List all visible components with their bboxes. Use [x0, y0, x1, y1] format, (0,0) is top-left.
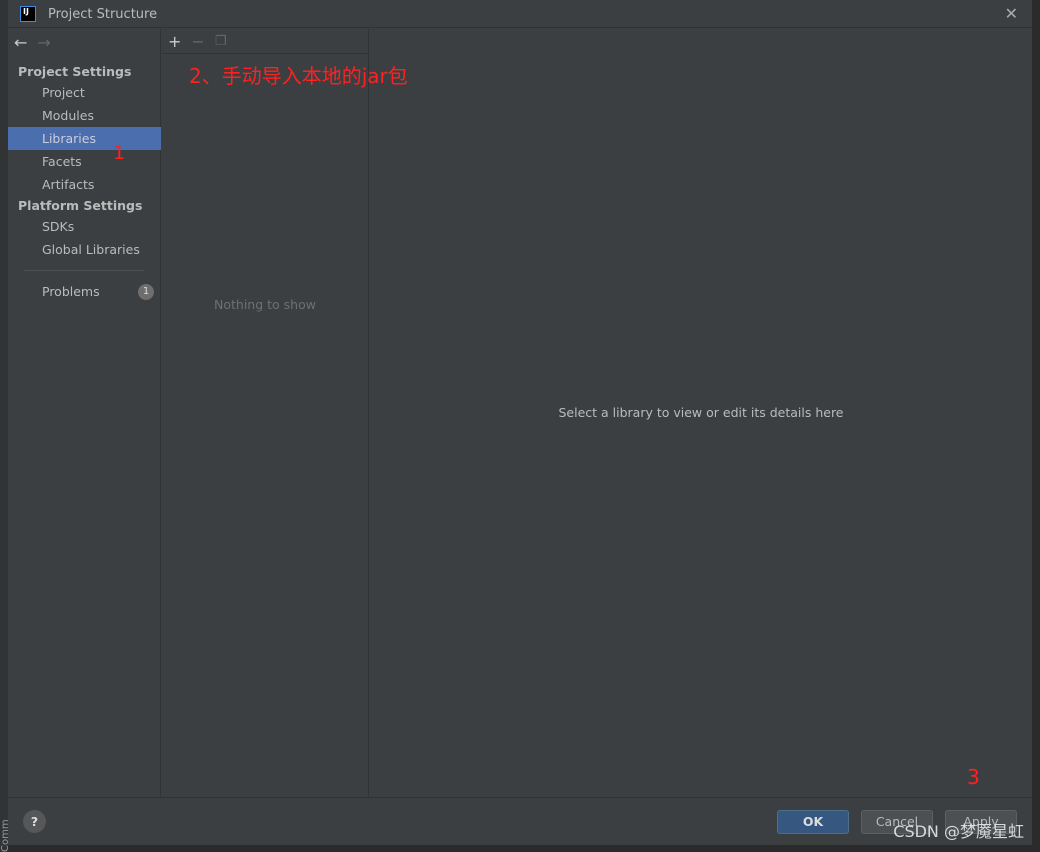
watermark: CSDN @梦魇星虹: [893, 822, 1024, 841]
side-tool-strip[interactable]: Comm: [0, 0, 8, 852]
add-icon[interactable]: +: [168, 32, 181, 51]
toolbar: + − ❐: [162, 29, 368, 54]
sidebar: ← → Project Settings Project Modules Libr…: [8, 29, 161, 797]
sidebar-item-project[interactable]: Project: [8, 81, 161, 104]
annotation-2: 2、手动导入本地的jar包: [189, 64, 408, 88]
section-platform-settings: Platform Settings: [18, 198, 143, 213]
library-list-panel: + − ❐ Nothing to show: [162, 29, 369, 797]
annotation-3: 3: [967, 765, 980, 789]
divider: [24, 270, 144, 271]
help-button[interactable]: ?: [23, 810, 46, 833]
sidebar-item-libraries[interactable]: Libraries: [8, 127, 161, 150]
title-bar: IJ Project Structure ✕: [8, 0, 1032, 28]
sidebar-item-sdks[interactable]: SDKs: [8, 215, 161, 238]
footer: ? OK Cancel Apply: [8, 797, 1032, 845]
forward-arrow-icon[interactable]: →: [37, 33, 50, 52]
copy-icon[interactable]: ❐: [215, 34, 227, 49]
empty-list-text: Nothing to show: [214, 297, 316, 312]
ok-button[interactable]: OK: [777, 810, 849, 834]
problems-label: Problems: [42, 284, 100, 299]
close-icon[interactable]: ✕: [1005, 4, 1018, 23]
back-arrow-icon[interactable]: ←: [14, 33, 27, 52]
details-hint: Select a library to view or edit its det…: [558, 405, 844, 420]
details-panel: Select a library to view or edit its det…: [370, 29, 1032, 797]
section-project-settings: Project Settings: [18, 64, 132, 79]
project-structure-dialog: IJ Project Structure ✕ ← → Project Settin…: [8, 0, 1033, 845]
window-title: Project Structure: [48, 7, 158, 22]
annotation-1: 1: [113, 142, 126, 164]
sidebar-item-modules[interactable]: Modules: [8, 104, 161, 127]
remove-icon[interactable]: −: [191, 32, 204, 51]
sidebar-item-facets[interactable]: Facets: [8, 150, 161, 173]
sidebar-item-problems[interactable]: Problems 1: [8, 280, 161, 303]
intellij-logo-icon: IJ: [20, 6, 36, 22]
problems-count-badge: 1: [138, 284, 154, 300]
sidebar-item-global-libraries[interactable]: Global Libraries: [8, 238, 161, 261]
sidebar-item-artifacts[interactable]: Artifacts: [8, 173, 161, 196]
